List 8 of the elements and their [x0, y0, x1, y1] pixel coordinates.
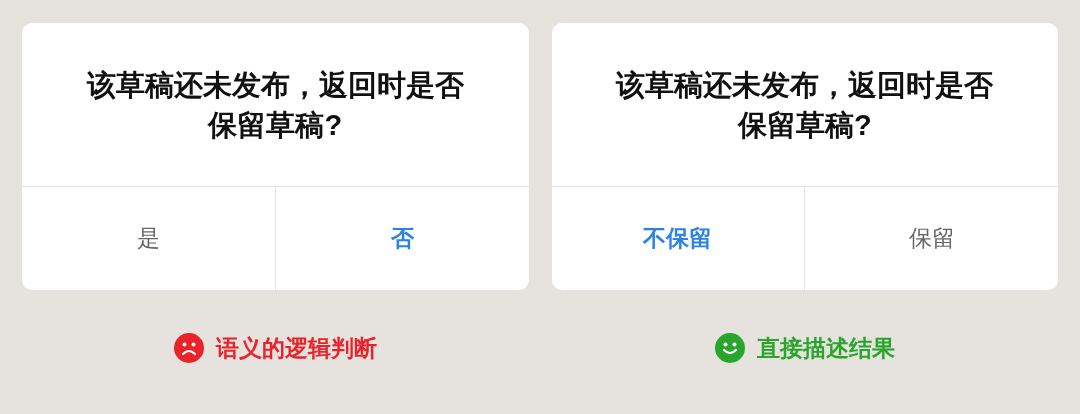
dialog-button[interactable]: 不保留 — [551, 187, 805, 290]
dialog-message: 该草稿还未发布，返回时是否保留草稿? — [85, 67, 465, 143]
dialog-button[interactable]: 是 — [22, 187, 275, 290]
dialog-button[interactable]: 保留 — [804, 187, 1058, 290]
verdict-caption: 语义的逻辑判断 — [215, 333, 377, 363]
dialog-message: 该草稿还未发布，返回时是否保留草稿? — [614, 67, 995, 143]
dialog-button[interactable]: 否 — [274, 187, 529, 290]
verdict-caption: 直接描述结果 — [756, 333, 895, 363]
